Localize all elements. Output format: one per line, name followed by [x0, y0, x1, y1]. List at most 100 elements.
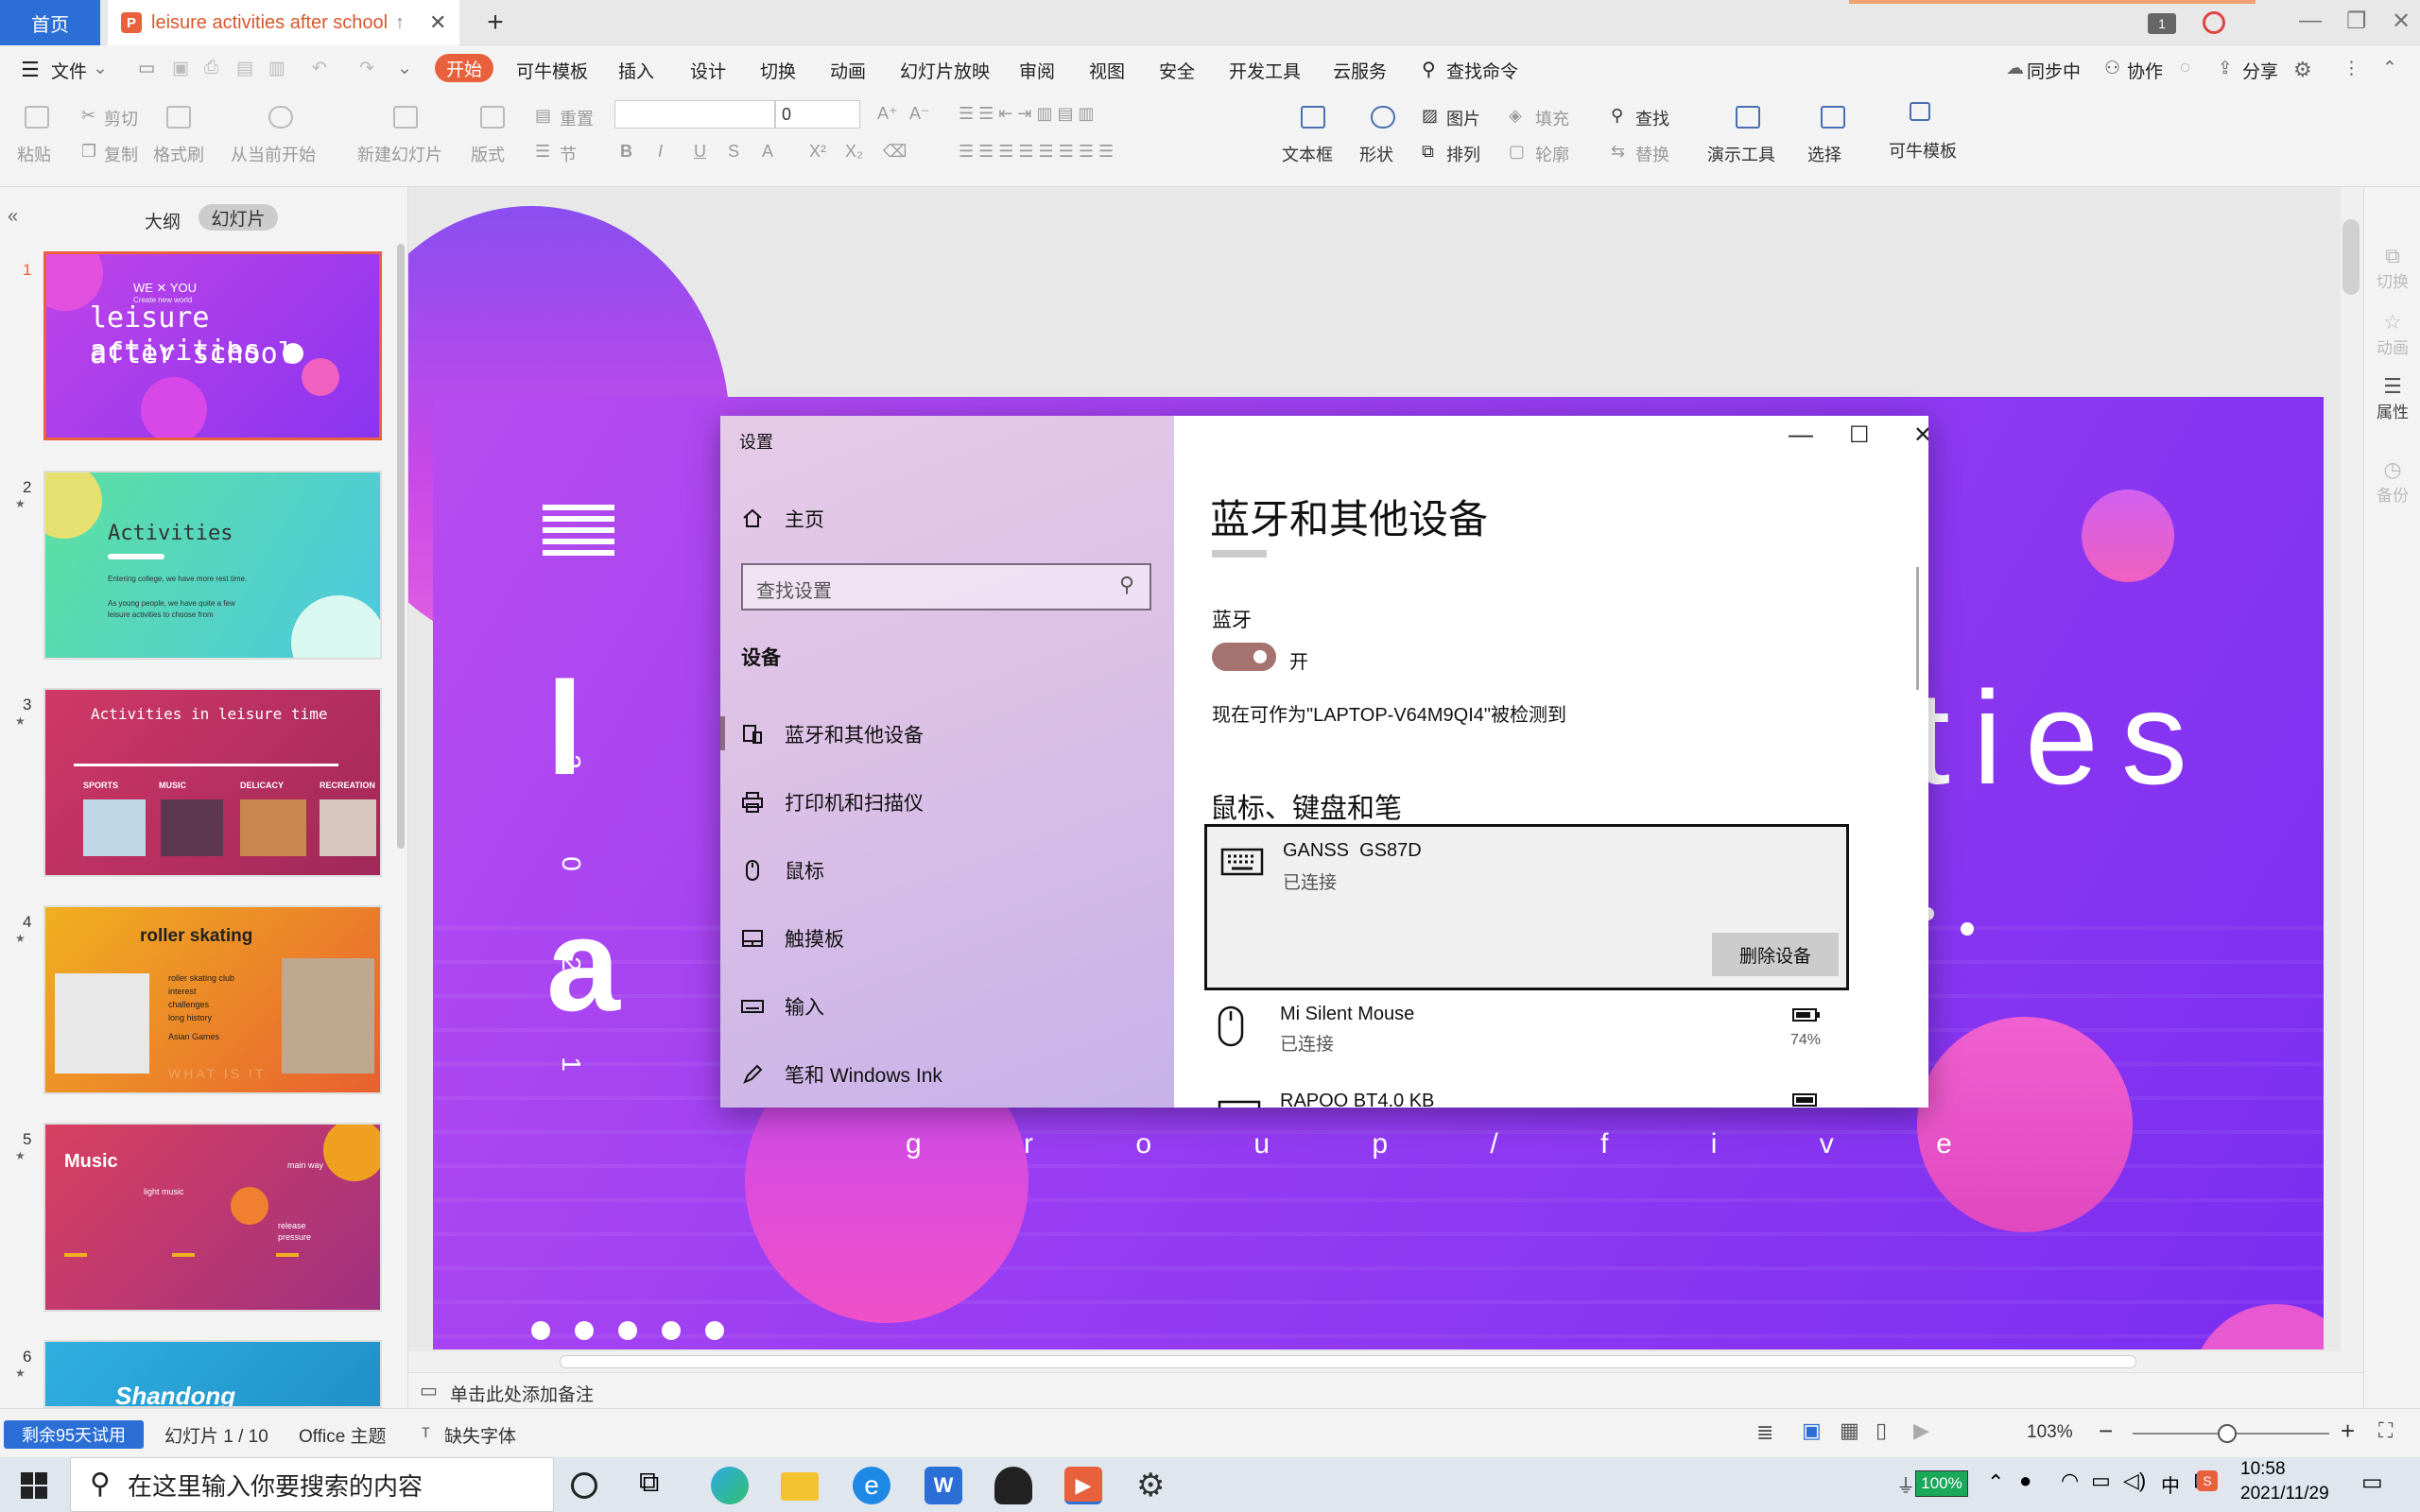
wps-presentation-icon[interactable]: ▶: [1064, 1467, 1102, 1504]
align-icons[interactable]: ☰ ☰ ☰ ☰ ☰ ☰ ☰ ☰: [959, 142, 1114, 162]
zoom-level[interactable]: 103%: [2027, 1422, 2073, 1443]
slide-thumbnail-6[interactable]: Shandong: [43, 1340, 382, 1408]
more-icon[interactable]: ⌄: [397, 58, 412, 79]
clear-format-icon[interactable]: ⌫: [883, 142, 907, 162]
cut-icon[interactable]: ✂: [81, 106, 95, 126]
menu-animation[interactable]: 动画: [830, 58, 866, 83]
slideshow-view-icon[interactable]: ▶: [1913, 1418, 1929, 1443]
slide-thumbnail-2[interactable]: Activities Entering college, we have mor…: [43, 471, 382, 660]
nav-input[interactable]: 输入: [741, 992, 824, 1021]
print-icon[interactable]: ⎙: [204, 58, 218, 78]
strikethrough-icon[interactable]: S: [728, 142, 739, 162]
collab-button[interactable]: 协作: [2127, 58, 2163, 83]
tray-expand-icon[interactable]: ⌃: [1987, 1470, 2004, 1495]
layout-button[interactable]: 版式: [471, 142, 505, 166]
from-current-button[interactable]: 从当前开始: [231, 142, 316, 166]
ie-icon[interactable]: e: [853, 1467, 890, 1504]
redo-icon[interactable]: ↷: [359, 58, 374, 79]
presentation-tools-button[interactable]: 演示工具: [1707, 142, 1775, 166]
settings-search-input[interactable]: 查找设置 ⚲: [741, 563, 1151, 610]
play-icon[interactable]: [268, 106, 293, 129]
tab-home[interactable]: 首页: [0, 0, 100, 45]
zoom-out-icon[interactable]: −: [2099, 1417, 2113, 1446]
minimize-icon[interactable]: —: [2299, 8, 2322, 34]
picture-button[interactable]: 图片: [1446, 106, 1480, 130]
find-button[interactable]: 查找: [1635, 106, 1669, 130]
slide-thumbnail-3[interactable]: Activities in leisure time SPORTS MUSIC …: [43, 688, 382, 877]
template-button[interactable]: 可牛模板: [1889, 138, 1957, 163]
hamburger-icon[interactable]: ☰: [21, 58, 40, 82]
rail-transition[interactable]: 切换: [2364, 268, 2420, 292]
shape-icon[interactable]: [1371, 106, 1395, 129]
format-painter-button[interactable]: 格式刷: [153, 142, 204, 166]
qq-icon[interactable]: [994, 1467, 1032, 1504]
font-size-select[interactable]: 0: [775, 100, 860, 129]
chevron-down-icon[interactable]: ⌄: [93, 58, 108, 79]
new-slide-button[interactable]: 新建幻灯片: [357, 142, 442, 166]
avatar-icon[interactable]: [2203, 11, 2225, 34]
file-explorer-icon[interactable]: [781, 1472, 819, 1501]
cut-button[interactable]: 剪切: [104, 106, 138, 130]
settings-gear-icon[interactable]: ⚙: [2293, 58, 2312, 82]
menu-design[interactable]: 设计: [690, 58, 726, 83]
tab-document[interactable]: P leisure activities after school ↑ ✕: [108, 0, 459, 45]
backup-icon[interactable]: ◷: [2364, 457, 2420, 482]
tab-slides[interactable]: 幻灯片: [199, 204, 278, 231]
new-tab-button[interactable]: +: [478, 6, 512, 40]
slide-thumbnail-1[interactable]: WE ✕ YOU Create new world leisure activi…: [43, 251, 382, 440]
notes-bar[interactable]: ▭ 单击此处添加备注: [408, 1372, 2363, 1408]
undo-icon[interactable]: ↶: [312, 58, 327, 79]
menu-security[interactable]: 安全: [1159, 58, 1195, 83]
bullets-icon[interactable]: ☰ ☰ ⇤ ⇥ ▥ ▤ ▥: [959, 104, 1094, 124]
new-slide-icon[interactable]: [393, 106, 418, 129]
pin-icon[interactable]: ↑: [395, 12, 405, 34]
copy-button[interactable]: 复制: [104, 142, 138, 166]
slide-counter[interactable]: 幻灯片 1 / 10: [164, 1422, 268, 1448]
close-tab-icon[interactable]: ✕: [429, 10, 446, 35]
subscript-icon[interactable]: X₂: [845, 142, 863, 162]
window-count-badge[interactable]: 1: [2148, 13, 2176, 34]
remove-device-button[interactable]: 删除设备: [1712, 933, 1839, 976]
share-button[interactable]: 分享: [2242, 58, 2278, 83]
edge-icon[interactable]: [711, 1467, 749, 1504]
horizontal-scroll-thumb[interactable]: [560, 1355, 2136, 1368]
settings-icon[interactable]: ⚙: [1136, 1467, 1174, 1504]
copy-icon[interactable]: ❐: [81, 142, 96, 162]
font-color-icon[interactable]: A: [762, 142, 773, 162]
zoom-in-icon[interactable]: +: [2341, 1417, 2355, 1446]
reading-view-icon[interactable]: ▯: [1876, 1418, 1887, 1443]
save-icon[interactable]: ▣: [172, 58, 189, 79]
close-window-icon[interactable]: ✕: [2392, 8, 2411, 35]
section-icon[interactable]: ☰: [535, 142, 550, 162]
slide-thumbnail-5[interactable]: Music light music main way release press…: [43, 1123, 382, 1312]
rail-backup[interactable]: 备份: [2364, 482, 2420, 506]
rail-properties[interactable]: 属性: [2364, 399, 2420, 422]
find-icon[interactable]: ⚲: [1611, 106, 1623, 126]
outline-icon[interactable]: ▢: [1509, 142, 1525, 162]
menu-insert[interactable]: 插入: [618, 58, 654, 83]
animation-icon[interactable]: ☆: [2364, 310, 2420, 335]
nav-printers[interactable]: 打印机和扫描仪: [741, 788, 924, 816]
collapse-ribbon-icon[interactable]: ⌃: [2382, 58, 2397, 79]
arrange-button[interactable]: 排列: [1446, 142, 1480, 166]
ime-indicator[interactable]: 中: [2161, 1470, 2180, 1498]
vertical-scrollbar[interactable]: [2341, 187, 2363, 1351]
menu-devtools[interactable]: 开发工具: [1229, 58, 1301, 83]
qq-tray-icon[interactable]: ●: [2019, 1469, 2031, 1493]
notification-icon[interactable]: ▭: [2361, 1469, 2383, 1496]
select-icon[interactable]: [1821, 106, 1845, 129]
notes-placeholder[interactable]: 单击此处添加备注: [450, 1381, 594, 1406]
format-painter-icon[interactable]: [166, 106, 191, 129]
bold-icon[interactable]: B: [620, 142, 632, 162]
fit-window-icon[interactable]: ⛶: [2378, 1418, 2393, 1443]
shape-button[interactable]: 形状: [1359, 142, 1393, 166]
italic-icon[interactable]: I: [658, 142, 663, 162]
restore-icon[interactable]: ❐: [2346, 8, 2367, 35]
content-scrollbar[interactable]: [1916, 567, 1919, 690]
nav-touchpad[interactable]: 触摸板: [741, 924, 844, 953]
presentation-tools-icon[interactable]: [1736, 106, 1760, 129]
fill-icon[interactable]: ◈: [1509, 106, 1522, 126]
nav-home[interactable]: 主页: [741, 505, 824, 533]
replace-icon[interactable]: ⇆: [1611, 142, 1625, 162]
replace-button[interactable]: 替换: [1635, 142, 1669, 166]
